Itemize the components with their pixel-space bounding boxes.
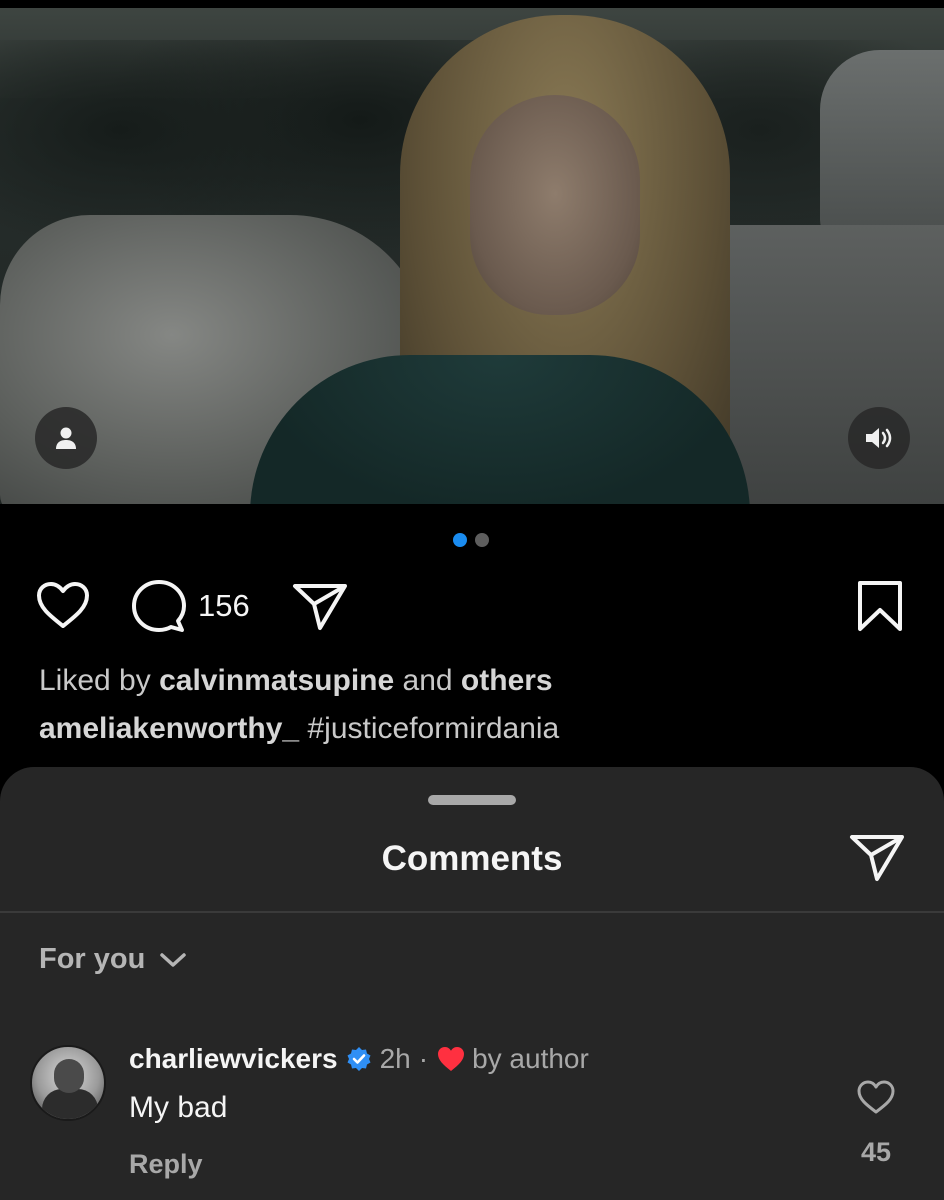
caption-username-link[interactable]: ameliakenworthy_ [39,712,299,745]
comment-filter-label: For you [39,943,146,975]
save-button[interactable] [856,580,904,632]
sheet-divider [0,911,944,913]
avatar-body [42,1089,98,1119]
share-button[interactable] [292,582,348,632]
paper-plane-icon [293,584,347,630]
media-top-edge [0,0,944,8]
comments-sheet: Comments For you charliewvickers 2h · by… [0,767,944,1200]
caption-hashtag-link[interactable]: #justiceformirdania [307,712,559,745]
heart-outline-icon [37,582,89,628]
comment-like-count: 45 [860,1137,892,1167]
media-drape [820,50,944,240]
comment-time: 2h [379,1043,411,1074]
liked-by-others-link[interactable]: others [461,664,553,697]
comment-filter-dropdown[interactable]: For you [39,943,187,976]
person-tag-icon [56,427,76,449]
post-media[interactable] [0,0,944,504]
chevron-down-icon [160,952,187,967]
comment-separator: · [418,1043,429,1074]
sheet-share-button[interactable] [849,833,905,888]
speaker-icon [866,428,892,448]
carousel-indicator [453,533,489,547]
liked-by-author-label: by author [472,1043,589,1074]
reply-button[interactable]: Reply [129,1149,203,1180]
liked-by-user-link[interactable]: calvinmatsupine [159,664,394,697]
liked-by-line: Liked by calvinmatsupine and others [39,664,553,698]
paper-plane-icon [850,835,904,881]
comment-meta: charliewvickers 2h · by author [129,1043,589,1075]
carousel-dot [475,533,489,547]
heart-outline-icon [857,1080,895,1114]
post-action-bar: 156 [0,576,944,638]
comment-item: charliewvickers 2h · by author My bad Re… [0,1043,944,1193]
avatar[interactable] [30,1045,106,1121]
comment-button[interactable]: 156 [132,579,250,633]
carousel-dot-active [453,533,467,547]
comment-text: My bad [129,1091,228,1124]
verified-badge-icon [346,1046,372,1072]
comment-count: 156 [198,588,250,623]
red-heart-icon [436,1045,466,1073]
avatar-head [54,1059,84,1093]
comment-like-button[interactable] [856,1079,896,1120]
media-person-face [470,95,640,315]
tagged-people-button[interactable] [35,407,97,469]
like-button[interactable] [35,580,91,630]
liked-by-prefix: Liked by [39,664,151,697]
post-caption: ameliakenworthy_ #justiceformirdania [39,712,559,746]
sound-toggle-button[interactable] [848,407,910,469]
sheet-drag-handle[interactable] [428,795,516,805]
comment-bubble-icon [132,580,186,632]
sheet-title: Comments [381,839,563,878]
liked-by-and: and [402,664,453,697]
comment-username[interactable]: charliewvickers [129,1043,338,1075]
bookmark-icon [858,581,902,631]
